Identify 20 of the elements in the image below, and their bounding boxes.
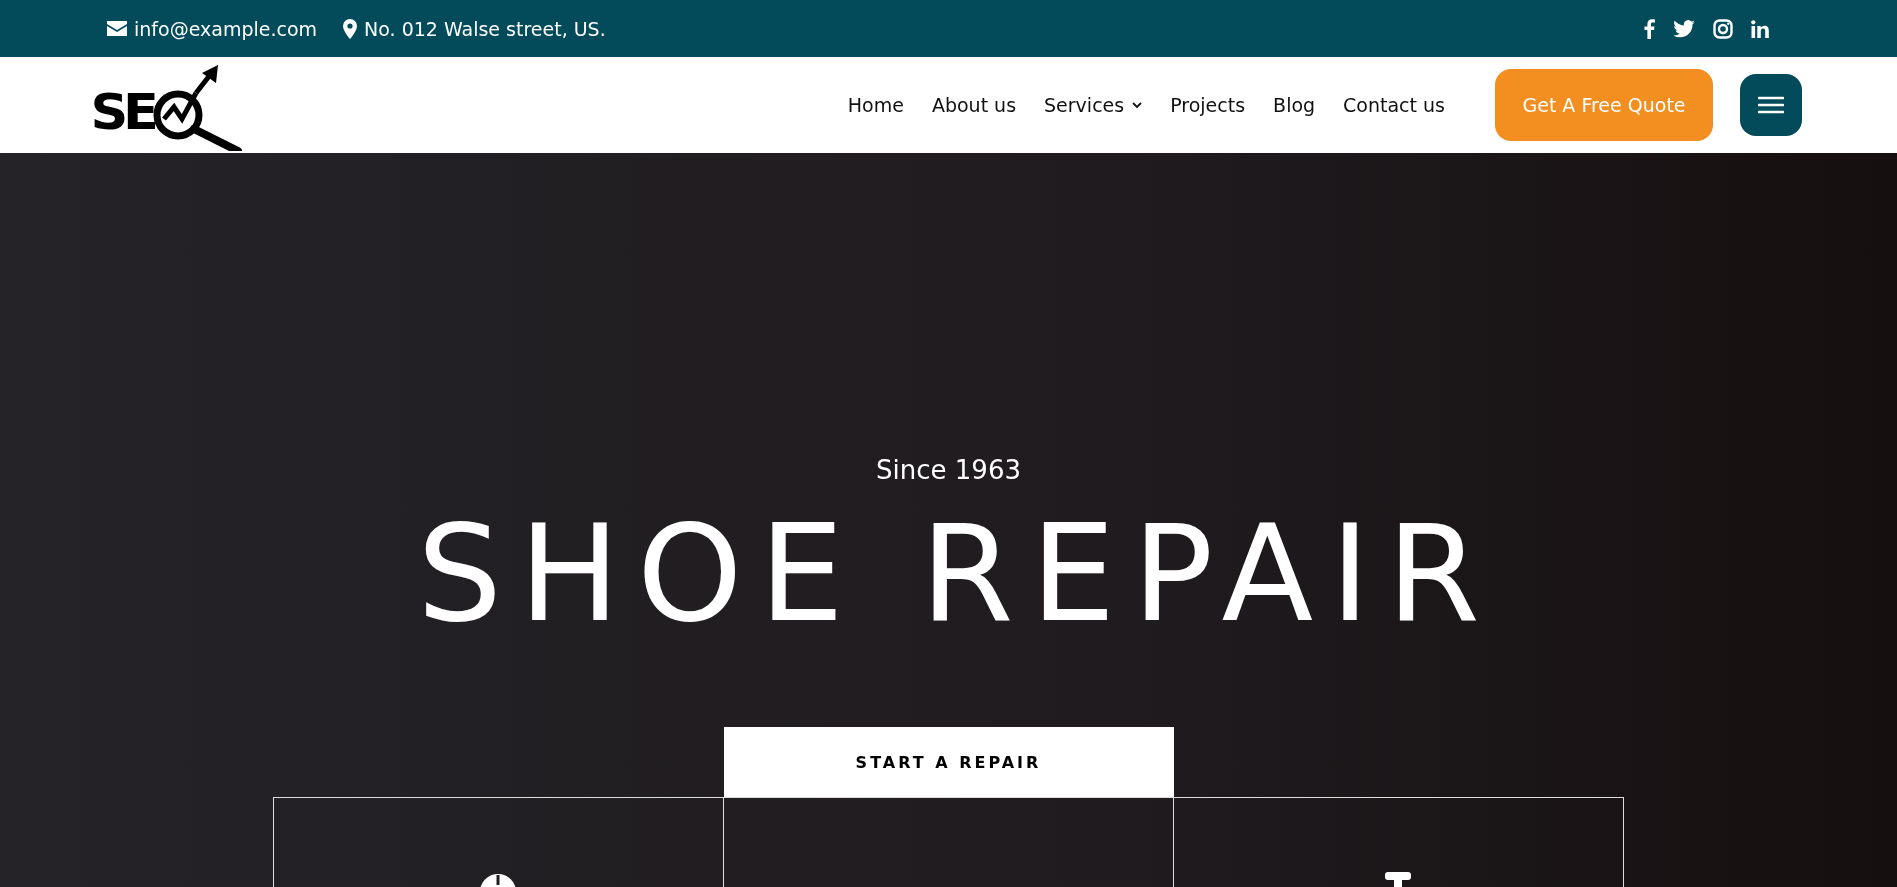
- nav-link[interactable]: About us: [931, 94, 1017, 116]
- facebook-icon[interactable]: [1643, 18, 1655, 39]
- envelope-icon: [107, 21, 127, 36]
- email-text: info@example.com: [134, 17, 318, 40]
- address-text: No. 012 Walse street, US.: [364, 17, 606, 40]
- nav-link[interactable]: Contact us: [1343, 94, 1445, 116]
- nav-link[interactable]: Services: [1044, 94, 1143, 116]
- start-repair-button[interactable]: START A REPAIR: [723, 727, 1174, 797]
- location-pin-icon: [343, 18, 358, 39]
- instagram-icon[interactable]: [1713, 18, 1733, 39]
- nav-link[interactable]: Projects: [1170, 94, 1246, 116]
- twitter-icon[interactable]: [1673, 19, 1695, 38]
- logo-text: SE: [90, 87, 154, 143]
- nav-link[interactable]: Home: [847, 94, 904, 116]
- hero-title: SHOE REPAIR: [416, 499, 1497, 649]
- linkedin-icon[interactable]: [1751, 19, 1769, 38]
- hero-subtitle: Since 1963: [876, 454, 1021, 487]
- menu-icon: [1758, 96, 1784, 114]
- menu-button[interactable]: [1740, 74, 1802, 136]
- nav-link[interactable]: Blog: [1273, 94, 1316, 116]
